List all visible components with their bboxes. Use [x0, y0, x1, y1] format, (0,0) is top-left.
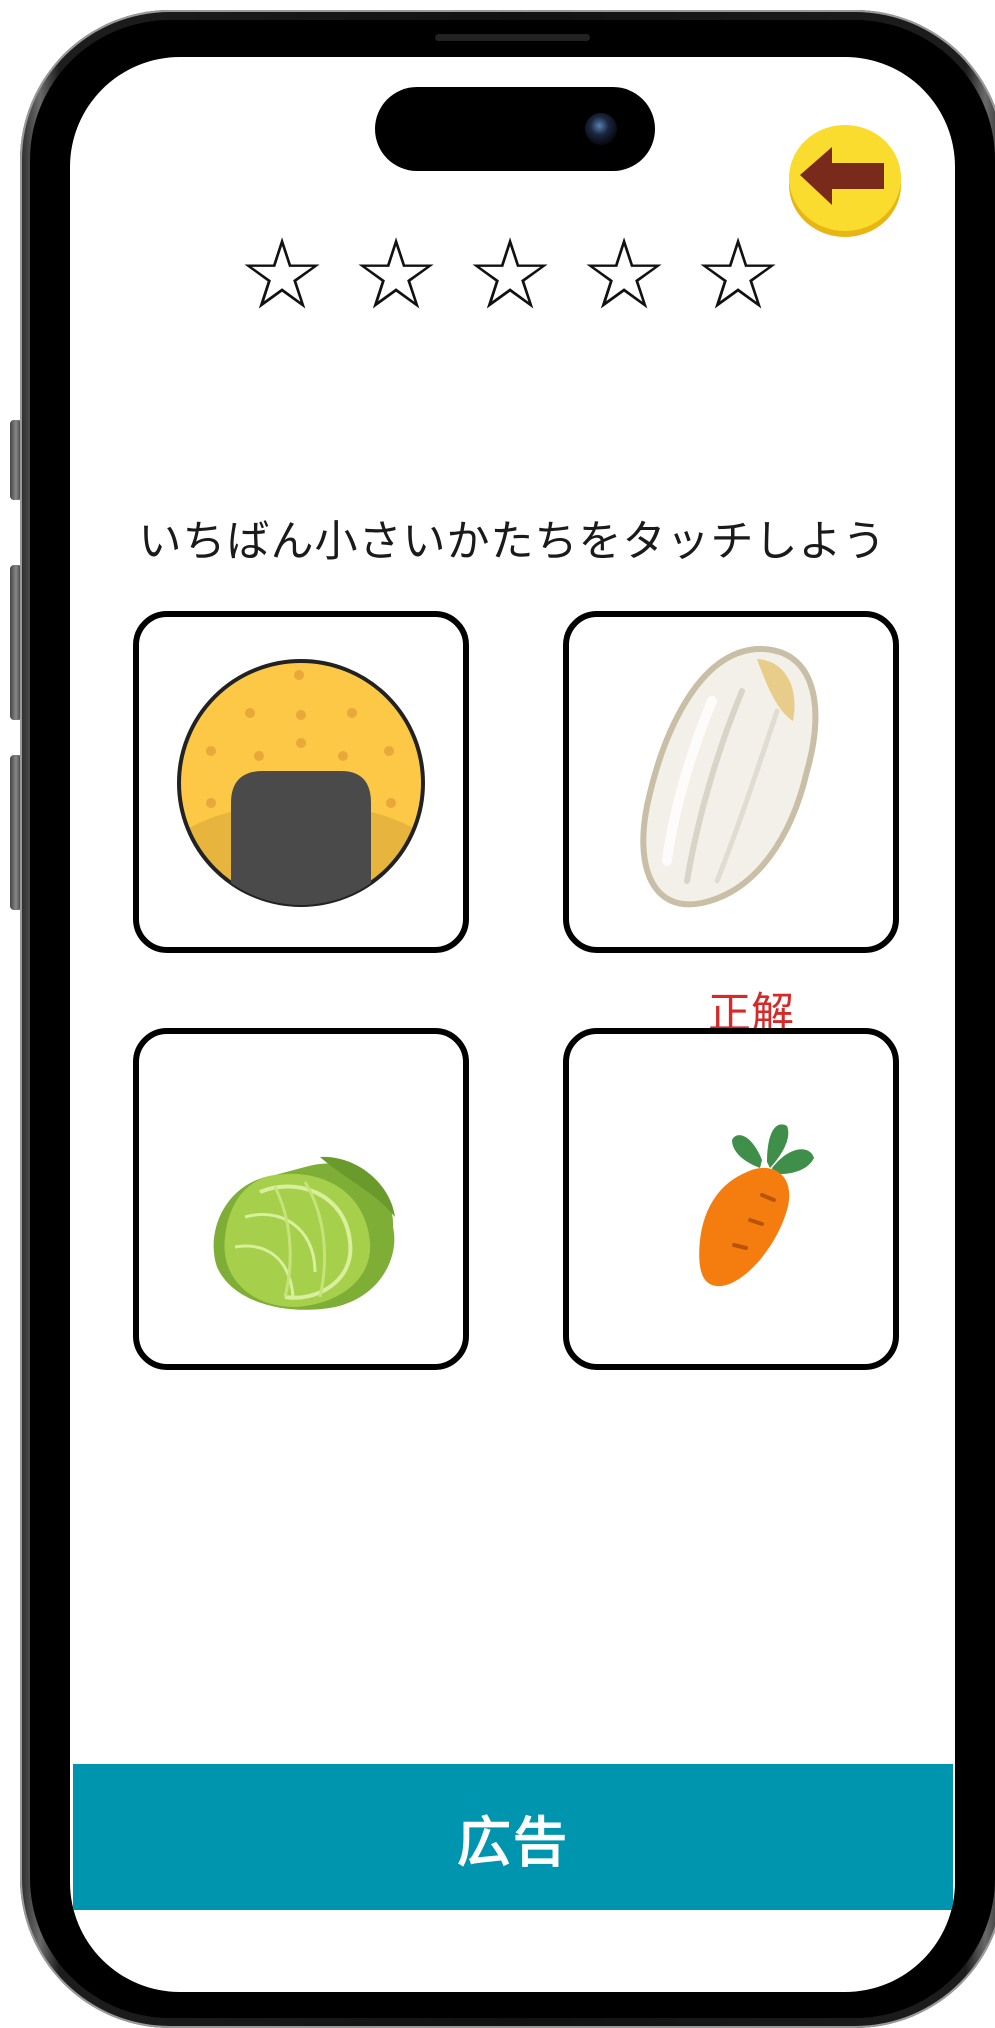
device-frame: ☆ ☆ ☆ ☆ ☆ いちばん小さいかたちをタッチしよう 正解 広告 — [0, 0, 995, 2028]
choice-card-rice-grain[interactable] — [563, 611, 899, 953]
dynamic-island — [375, 87, 655, 171]
ad-label: 広告 — [457, 1810, 569, 1874]
star-5: ☆ — [694, 218, 782, 332]
star-1: ☆ — [238, 218, 326, 332]
ad-banner[interactable]: 広告 — [73, 1764, 953, 1910]
rice-grain-icon — [640, 645, 819, 908]
onigiri-icon — [177, 659, 425, 907]
score-stars: ☆ ☆ ☆ ☆ ☆ — [230, 225, 790, 325]
star-2: ☆ — [352, 218, 440, 332]
star-4: ☆ — [580, 218, 668, 332]
choice-card-carrot[interactable] — [563, 1028, 899, 1370]
choice-card-onigiri[interactable] — [133, 611, 469, 953]
back-arrow-icon — [789, 125, 901, 237]
front-camera — [585, 113, 617, 145]
choice-card-cabbage[interactable] — [133, 1028, 469, 1370]
back-button[interactable] — [788, 119, 902, 237]
question-instruction: いちばん小さいかたちをタッチしよう — [138, 517, 887, 567]
earpiece-speaker — [435, 34, 590, 41]
star-3: ☆ — [466, 218, 554, 332]
cabbage-icon — [213, 1156, 395, 1310]
app-screen: ☆ ☆ ☆ ☆ ☆ いちばん小さいかたちをタッチしよう 正解 広告 — [70, 57, 955, 1992]
carrot-icon — [699, 1124, 814, 1287]
